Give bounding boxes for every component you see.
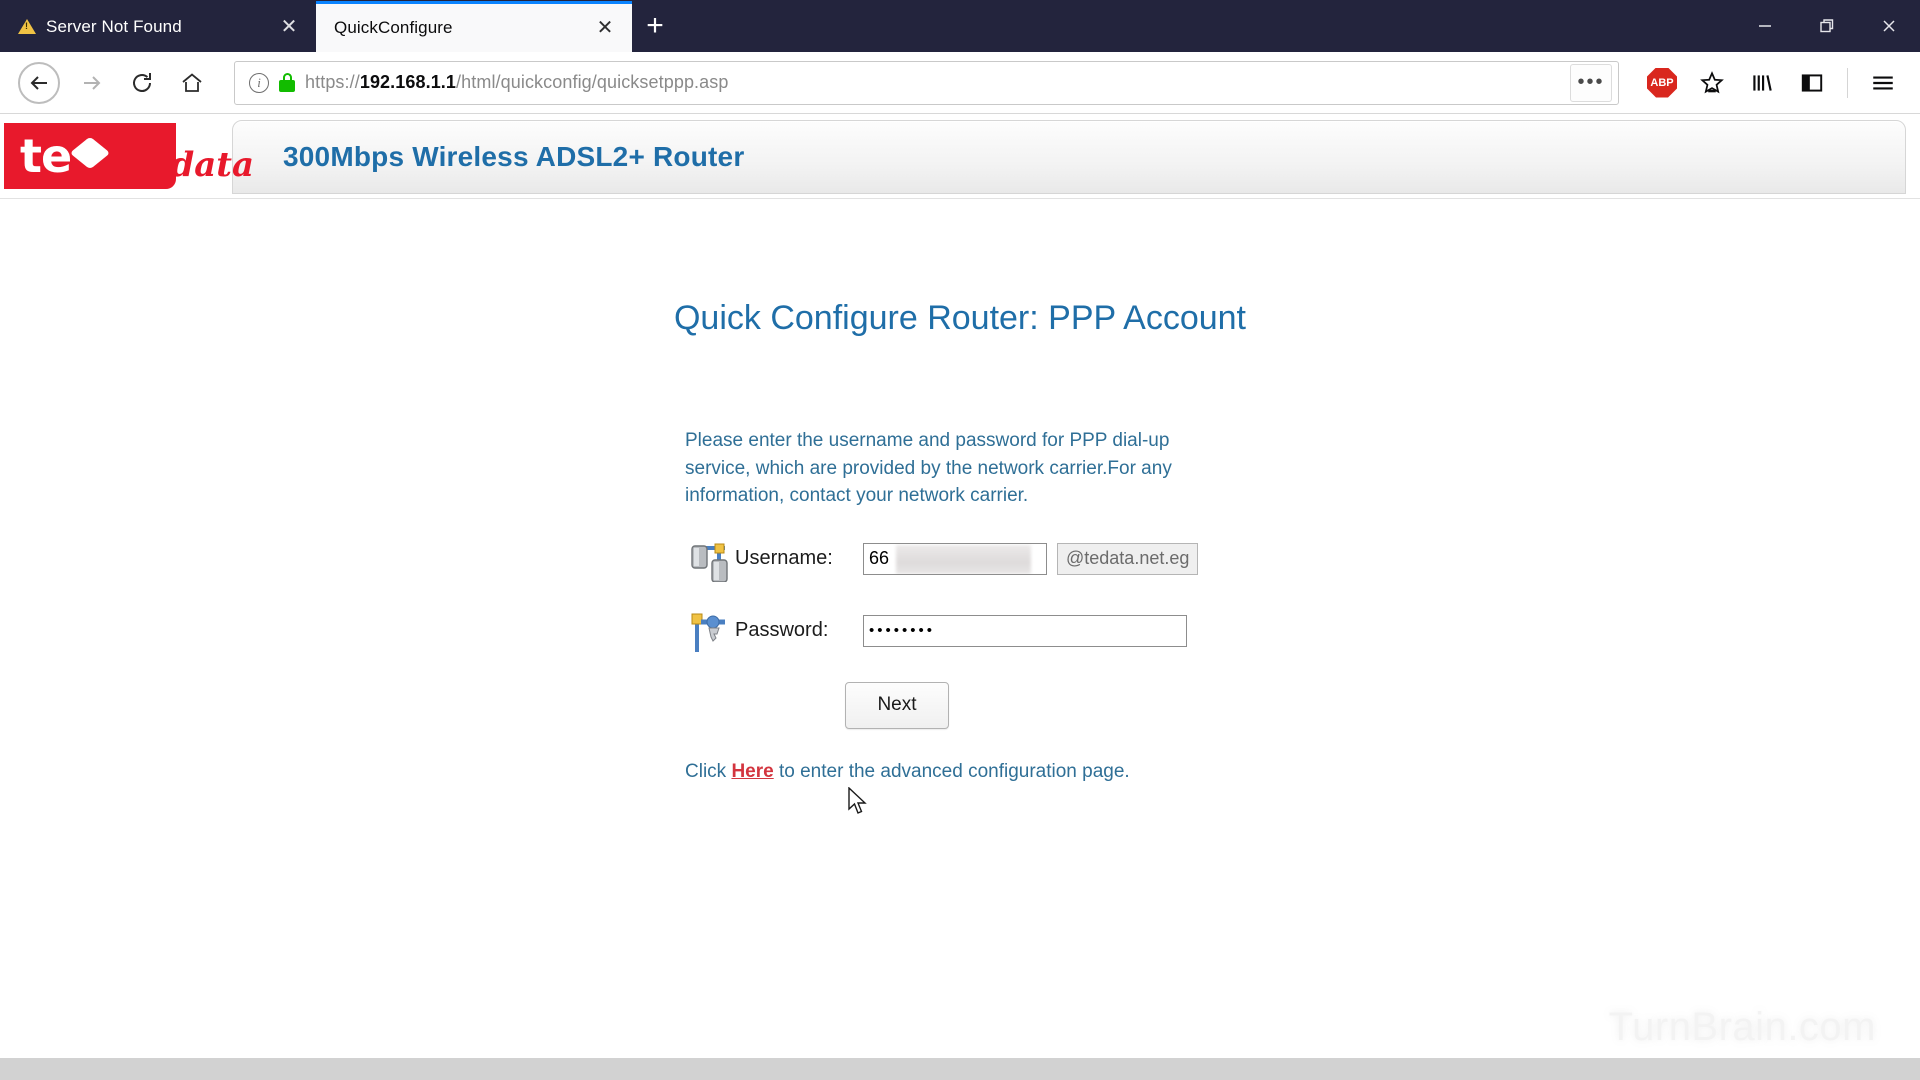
username-row: Username: 66 @tedata.net.eg xyxy=(685,536,1245,583)
site-info-icon[interactable]: i xyxy=(249,72,269,93)
logo-data-text: data xyxy=(170,145,254,185)
lock-icon xyxy=(279,73,295,92)
window-controls xyxy=(1734,0,1920,52)
next-button[interactable]: Next xyxy=(845,681,949,729)
page-body: Quick Configure Router: PPP Account Plea… xyxy=(0,199,1920,1080)
restore-icon[interactable] xyxy=(1796,0,1858,52)
password-label: Password: xyxy=(735,619,829,642)
page-title: Quick Configure Router: PPP Account xyxy=(673,299,1246,337)
address-bar[interactable]: i https://192.168.1.1/html/quickconfig/q… xyxy=(234,60,1619,105)
button-row: Next xyxy=(685,681,1245,729)
page-actions-icon[interactable]: ••• xyxy=(1570,63,1612,102)
sidebar-icon[interactable] xyxy=(1789,60,1835,106)
username-input[interactable]: 66 xyxy=(863,542,1047,575)
tab-title: QuickConfigure xyxy=(334,18,453,37)
page-viewport: te data 300Mbps Wireless ADSL2+ Router Q… xyxy=(0,114,1920,1080)
logo-diamond-icon xyxy=(69,136,111,170)
ppp-account-form: Please enter the username and password f… xyxy=(685,427,1245,783)
url-text: https://192.168.1.1/html/quickconfig/qui… xyxy=(305,72,1560,93)
warning-icon xyxy=(18,18,36,36)
tab-title: Server Not Found xyxy=(46,16,182,36)
home-button-icon[interactable] xyxy=(168,59,216,107)
network-users-icon xyxy=(685,536,735,583)
tedata-logo: te data xyxy=(0,114,254,198)
library-icon[interactable] xyxy=(1739,60,1785,106)
advanced-config-note: Click Here to enter the advanced configu… xyxy=(685,761,1245,783)
username-label: Username: xyxy=(735,547,833,570)
url-host: 192.168.1.1 xyxy=(359,72,457,92)
navigation-toolbar: i https://192.168.1.1/html/quickconfig/q… xyxy=(0,52,1920,114)
browser-window: Server Not Found ✕ QuickConfigure ✕ + xyxy=(0,0,1920,1080)
url-path: /html/quickconfig/quicksetppp.asp xyxy=(456,72,729,92)
minimize-icon[interactable] xyxy=(1734,0,1796,52)
intro-text: Please enter the username and password f… xyxy=(685,430,1172,507)
bookmark-star-icon[interactable] xyxy=(1689,60,1735,106)
logo-te-text: te xyxy=(20,129,72,183)
close-icon[interactable] xyxy=(1858,0,1920,52)
username-value: 66 xyxy=(869,548,890,569)
back-button-icon[interactable] xyxy=(18,61,60,104)
device-model-title: 300Mbps Wireless ADSL2+ Router xyxy=(283,141,745,172)
reload-button-icon[interactable] xyxy=(118,59,166,107)
forward-button-icon xyxy=(68,59,116,107)
bottom-bar xyxy=(0,1058,1920,1080)
tab-close-icon[interactable]: ✕ xyxy=(276,14,302,40)
new-tab-button[interactable]: + xyxy=(632,3,678,49)
device-header-panel: 300Mbps Wireless ADSL2+ Router xyxy=(232,120,1906,194)
tab-server-not-found[interactable]: Server Not Found ✕ xyxy=(0,1,316,52)
advanced-config-link[interactable]: Here xyxy=(731,761,773,782)
adblock-plus-icon[interactable]: ABP xyxy=(1639,60,1685,106)
url-scheme: https:// xyxy=(305,72,360,92)
redaction-overlay xyxy=(896,544,1031,574)
toolbar-divider xyxy=(1847,67,1848,98)
key-icon xyxy=(685,608,735,654)
username-domain-suffix: @tedata.net.eg xyxy=(1057,542,1199,575)
footnote-prefix: Click xyxy=(685,760,732,782)
tab-quickconfigure[interactable]: QuickConfigure ✕ xyxy=(316,1,632,52)
password-value: •••••••• xyxy=(869,622,936,640)
password-row: Password: •••••••• xyxy=(685,608,1245,654)
tab-strip: Server Not Found ✕ QuickConfigure ✕ + xyxy=(0,0,1920,52)
footnote-suffix: to enter the advanced configuration page… xyxy=(773,760,1130,782)
router-header: te data 300Mbps Wireless ADSL2+ Router xyxy=(0,114,1920,199)
site-watermark: TurnBrain.com xyxy=(1608,1005,1876,1049)
logo-badge: te data xyxy=(4,123,254,189)
mouse-cursor xyxy=(848,786,870,822)
tab-close-icon[interactable]: ✕ xyxy=(592,15,618,41)
hamburger-menu-icon[interactable] xyxy=(1860,60,1906,106)
browser-toolbar-icons: ABP xyxy=(1639,60,1906,106)
password-input[interactable]: •••••••• xyxy=(863,614,1187,647)
